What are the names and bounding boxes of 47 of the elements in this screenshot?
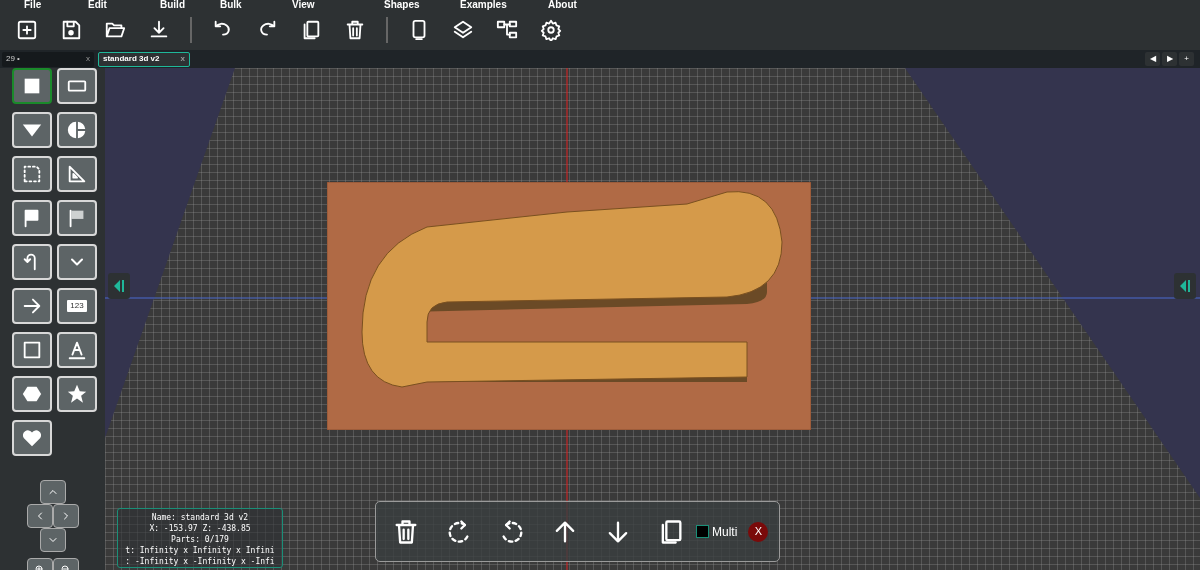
dashed-corner-icon xyxy=(21,163,43,185)
menu-item[interactable]: View xyxy=(292,0,384,10)
pan-right-button[interactable] xyxy=(52,504,79,528)
tab[interactable]: standard 3d v2 x xyxy=(98,51,190,67)
multi-checkbox[interactable] xyxy=(696,525,709,538)
save-icon xyxy=(60,19,82,41)
text-icon xyxy=(66,339,88,361)
layers-icon xyxy=(452,19,474,41)
pan-down-button[interactable] xyxy=(39,528,66,552)
star-icon xyxy=(66,383,88,405)
menu-item[interactable]: Examples xyxy=(460,0,548,10)
menu-item[interactable]: Shapes xyxy=(384,0,460,10)
toolbar-button[interactable] xyxy=(538,17,564,43)
shape-button[interactable] xyxy=(12,68,52,104)
pie-icon xyxy=(66,119,88,141)
caret-icon xyxy=(114,279,124,293)
info-text: Name: standard 3d v2 xyxy=(151,512,249,523)
tab-nav-button[interactable]: + xyxy=(1179,52,1194,66)
multi-label: Multi xyxy=(712,523,738,541)
panel-toggle-button[interactable] xyxy=(1174,273,1196,299)
tab[interactable]: 29 • x xyxy=(2,51,94,67)
square-outline-icon xyxy=(21,339,43,361)
info-text: X: -153.97 Z: -438.85 xyxy=(149,523,251,534)
info-text: Parts: 0/179 xyxy=(171,534,229,545)
add-icon xyxy=(16,19,38,41)
tab-nav-button[interactable]: ◀ xyxy=(1145,52,1160,66)
info-text: : -Infinity x -Infinity x -Infi xyxy=(125,556,275,567)
menu-item[interactable]: About xyxy=(548,0,608,10)
menu-item[interactable]: File xyxy=(24,0,88,10)
hierarchy-icon xyxy=(496,19,518,41)
caret-icon xyxy=(1180,279,1190,293)
menu-item[interactable]: Edit xyxy=(88,0,160,10)
settings-icon xyxy=(540,19,562,41)
close-tab-button[interactable]: x xyxy=(86,53,90,65)
trash-icon xyxy=(344,19,366,41)
heart-icon xyxy=(21,427,43,449)
menu-item[interactable]: Build xyxy=(160,0,220,10)
panel-toggle-button[interactable] xyxy=(108,273,130,299)
info-text: t: Infinity x Infinity x Infini xyxy=(125,545,275,556)
number-shape-button[interactable]: 123 xyxy=(57,288,97,324)
tab-nav-button[interactable]: ▶ xyxy=(1162,52,1177,66)
pan-up-button[interactable] xyxy=(39,480,66,504)
menu-item[interactable]: Bulk xyxy=(220,0,292,10)
pan-left-button[interactable] xyxy=(26,504,53,528)
close-tab-button[interactable]: x xyxy=(180,53,185,65)
close-button[interactable]: X xyxy=(748,521,769,542)
chevron-down-icon xyxy=(71,258,83,266)
